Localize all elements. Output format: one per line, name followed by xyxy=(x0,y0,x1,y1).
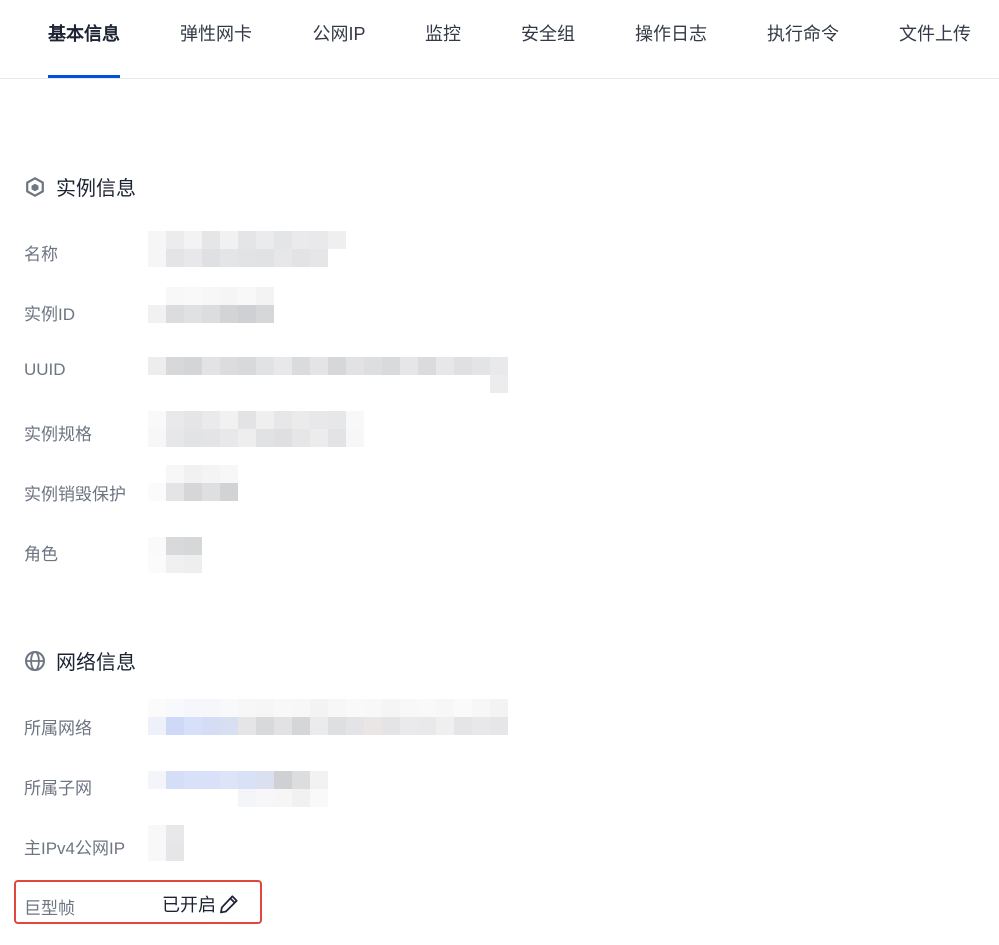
row-label-instance-spec: 实例规格 xyxy=(24,425,92,444)
tab-bar: 基本信息 弹性网卡 公网IP 监控 安全组 操作日志 执行命令 文件上传 xyxy=(0,0,999,79)
redacted-value-instance-spec xyxy=(148,411,364,447)
tab-public-ip[interactable]: 公网IP xyxy=(312,0,366,78)
redacted-value-subnet xyxy=(148,771,328,807)
redacted-value-role xyxy=(148,537,202,573)
row-label-primary-ipv4: 主IPv4公网IP xyxy=(24,839,126,858)
row-label-role: 角色 xyxy=(24,545,58,564)
row-label-subnet: 所属子网 xyxy=(24,779,92,798)
tab-monitoring[interactable]: 监控 xyxy=(425,0,461,78)
network-info-title: 网络信息 xyxy=(56,652,136,674)
row-label-destroy-protection: 实例销毁保护 xyxy=(24,485,126,504)
pencil-icon[interactable] xyxy=(218,893,240,915)
jumbo-frame-value-group: 已开启 xyxy=(162,891,240,917)
redacted-value-uuid xyxy=(148,357,508,393)
tab-run-command[interactable]: 执行命令 xyxy=(767,0,839,78)
jumbo-frame-status: 已开启 xyxy=(162,895,216,915)
redacted-value-vpc xyxy=(148,699,508,735)
tab-elastic-nic[interactable]: 弹性网卡 xyxy=(180,0,252,78)
redacted-value-destroy-protection xyxy=(148,465,238,501)
tab-security-group[interactable]: 安全组 xyxy=(521,0,575,78)
row-label-uuid: UUID xyxy=(24,360,66,379)
tab-basic-info[interactable]: 基本信息 xyxy=(48,0,120,78)
instance-info-header: 实例信息 xyxy=(24,172,136,201)
network-info-header: 网络信息 xyxy=(24,646,136,675)
redacted-value-instance-id xyxy=(148,287,274,323)
globe-icon xyxy=(25,650,45,671)
row-label-name: 名称 xyxy=(24,245,58,264)
row-label-instance-id: 实例ID xyxy=(24,305,75,324)
cube-icon xyxy=(26,176,44,197)
instance-info-title: 实例信息 xyxy=(56,178,136,200)
row-label-jumbo-frame: 巨型帧 xyxy=(24,899,75,918)
tab-file-upload[interactable]: 文件上传 xyxy=(899,0,971,78)
redacted-value-primary-ipv4 xyxy=(148,825,184,861)
redacted-value-name xyxy=(148,231,346,267)
row-label-vpc: 所属网络 xyxy=(24,719,92,738)
tab-operation-log[interactable]: 操作日志 xyxy=(635,0,707,78)
